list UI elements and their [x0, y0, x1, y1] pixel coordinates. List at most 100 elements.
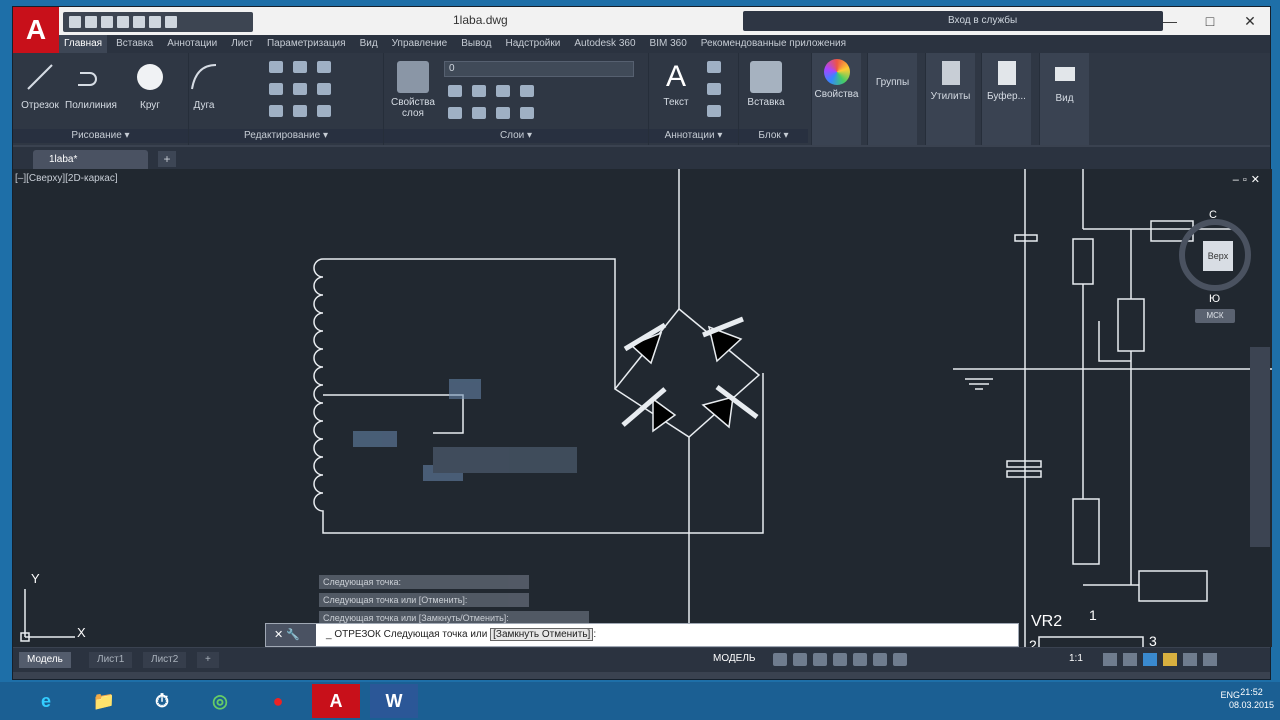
layer-tool-icon[interactable] [448, 107, 462, 119]
viewcube-north[interactable]: С [1209, 209, 1217, 221]
sign-in-field[interactable]: Вход в службы [743, 11, 1163, 31]
dimension-icon[interactable] [707, 61, 721, 73]
save-icon[interactable] [101, 16, 113, 28]
groups-button[interactable]: Группы [867, 53, 917, 145]
layer-properties-tool[interactable]: Свойства слоя [388, 61, 438, 119]
plus-icon[interactable] [1123, 653, 1137, 666]
snap-icon[interactable] [793, 653, 807, 666]
osnap-icon[interactable] [853, 653, 867, 666]
tab-annotate[interactable]: Аннотации [162, 35, 222, 53]
close-button[interactable]: ✕ [1230, 7, 1270, 35]
layers-panel-caption[interactable]: Слои ▾ [384, 129, 648, 143]
word-icon[interactable]: W [370, 684, 418, 718]
command-line[interactable]: ✕ 🔧 _ ОТРЕЗОК Следующая точка или [Замкн… [265, 623, 1019, 647]
chrome-icon[interactable]: ◎ [196, 684, 244, 718]
new-icon[interactable] [69, 16, 81, 28]
ie-icon[interactable]: e [22, 684, 70, 718]
layer-tool-icon[interactable] [520, 107, 534, 119]
move-icon[interactable] [269, 61, 283, 73]
scale-icon[interactable] [293, 105, 307, 117]
command-options[interactable]: [Замкнуть Отменить] [490, 628, 594, 641]
wcs-menu[interactable]: МСК [1195, 309, 1235, 323]
navigation-bar[interactable] [1250, 347, 1270, 547]
layer-tool-icon[interactable] [520, 85, 534, 97]
draw-panel-caption[interactable]: Рисование ▾ [13, 129, 188, 143]
command-prompt[interactable]: _ ОТРЕЗОК Следующая точка или [Замкнуть … [318, 624, 596, 646]
trim-icon[interactable] [317, 61, 331, 73]
viewcube-south[interactable]: Ю [1209, 293, 1220, 305]
leader-icon[interactable] [707, 83, 721, 95]
tab-manage[interactable]: Управление [387, 35, 453, 53]
autocad-logo-button[interactable]: A [13, 7, 59, 53]
tab-autodesk360[interactable]: Autodesk 360 [569, 35, 640, 53]
ortho-icon[interactable] [813, 653, 827, 666]
layer-tool-icon[interactable] [496, 85, 510, 97]
clean-screen-icon[interactable] [1183, 653, 1197, 666]
undo-icon[interactable] [149, 16, 161, 28]
insert-tool[interactable]: Вставка [741, 61, 791, 108]
viewcube-top-face[interactable]: Верх [1203, 241, 1233, 271]
layer-tool-icon[interactable] [472, 85, 486, 97]
tab-parametric[interactable]: Параметризация [262, 35, 351, 53]
new-tab-button[interactable]: + [158, 151, 176, 167]
tab-insert[interactable]: Вставка [111, 35, 158, 53]
properties-button[interactable]: Свойства [811, 53, 861, 145]
table-icon[interactable] [707, 105, 721, 117]
save-as-icon[interactable] [117, 16, 129, 28]
maximize-button[interactable]: □ [1190, 7, 1230, 35]
tab-model[interactable]: Модель [19, 652, 71, 668]
tab-home[interactable]: Главная [59, 35, 108, 53]
minimize-button[interactable]: — [1150, 7, 1190, 35]
model-space-toggle[interactable]: МОДЕЛЬ [713, 653, 755, 664]
utilities-button[interactable]: Утилиты [925, 53, 975, 145]
text-tool[interactable]: A Текст [651, 61, 701, 109]
tab-output[interactable]: Вывод [456, 35, 496, 53]
print-icon[interactable] [133, 16, 145, 28]
clock[interactable]: 21:52 08.03.2015 [1229, 686, 1274, 712]
stretch-icon[interactable] [269, 105, 283, 117]
polar-icon[interactable] [833, 653, 847, 666]
hardware-accel-icon[interactable] [1163, 653, 1177, 666]
explorer-icon[interactable]: 📁 [80, 684, 128, 718]
clipboard-button[interactable]: Буфер... [981, 53, 1031, 145]
tab-view[interactable]: Вид [355, 35, 383, 53]
autocad-taskbar-icon[interactable]: A [312, 684, 360, 718]
line-tool[interactable]: Отрезок [15, 61, 65, 111]
annotation-scale-icon[interactable] [893, 653, 907, 666]
tab-addins[interactable]: Надстройки [500, 35, 565, 53]
layer-tool-icon[interactable] [472, 107, 486, 119]
view-button[interactable]: Вид [1039, 53, 1089, 145]
block-panel-caption[interactable]: Блок ▾ [739, 129, 808, 143]
tab-sheet2[interactable]: Лист2 [143, 652, 187, 668]
rotate-icon[interactable] [293, 61, 307, 73]
isolate-icon[interactable] [1143, 653, 1157, 666]
layer-tool-icon[interactable] [496, 107, 510, 119]
mirror-icon[interactable] [293, 83, 307, 95]
lineweight-icon[interactable] [873, 653, 887, 666]
tab-featured-apps[interactable]: Рекомендованные приложения [696, 35, 851, 53]
layer-tool-icon[interactable] [448, 85, 462, 97]
tab-sheet1[interactable]: Лист1 [89, 652, 133, 668]
annotation-panel-caption[interactable]: Аннотации ▾ [649, 129, 738, 143]
polyline-tool[interactable]: Полилиния [65, 61, 117, 111]
recorder-icon[interactable]: ● [254, 684, 302, 718]
layer-dropdown[interactable]: 0 [444, 61, 634, 77]
fillet-icon[interactable] [317, 83, 331, 95]
drawing-canvas[interactable]: [–][Сверху][2D-каркас] –▫✕ Y X VR2 1 2 3… [13, 169, 1272, 647]
gear-icon[interactable] [1103, 653, 1117, 666]
redo-icon[interactable] [165, 16, 177, 28]
file-tab[interactable]: 1laba* [33, 150, 148, 169]
viewcube[interactable]: С Верх Ю [1179, 209, 1251, 305]
clock-app-icon[interactable]: ⏱ [138, 684, 186, 718]
circle-tool[interactable]: Круг [125, 61, 175, 111]
copy-icon[interactable] [269, 83, 283, 95]
open-icon[interactable] [85, 16, 97, 28]
tab-bim360[interactable]: BIM 360 [645, 35, 692, 53]
customize-icon[interactable] [1203, 653, 1217, 666]
annotation-scale[interactable]: 1:1 [1069, 653, 1083, 664]
command-line-close-button[interactable]: ✕ 🔧 [266, 624, 316, 646]
array-icon[interactable] [317, 105, 331, 117]
tab-layout[interactable]: Лист [226, 35, 258, 53]
grid-icon[interactable] [773, 653, 787, 666]
tab-add-layout[interactable]: + [197, 652, 219, 668]
